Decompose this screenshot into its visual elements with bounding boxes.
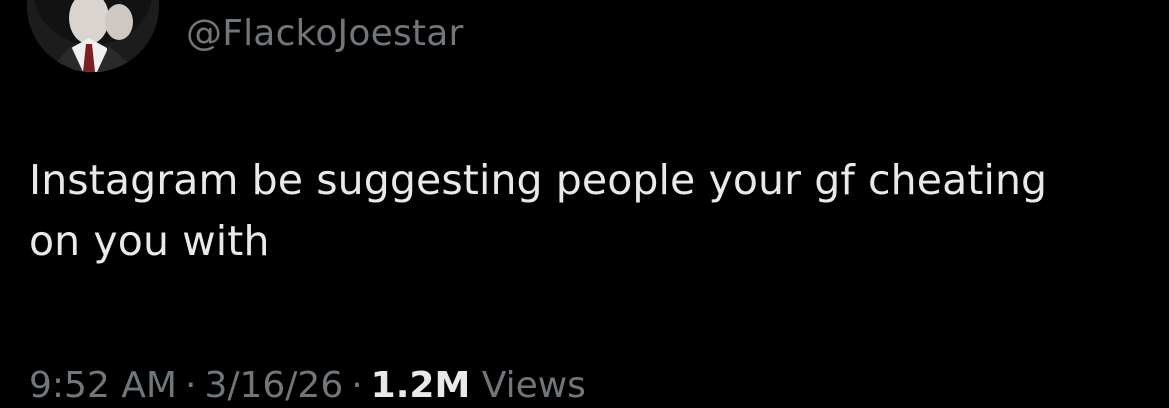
tweet-card: @FlackoJoestar Instagram be suggesting p… — [0, 0, 1169, 406]
tweet-date[interactable]: 3/16/26 — [204, 365, 343, 406]
user-handle[interactable]: @FlackoJoestar — [186, 12, 463, 56]
tweet-meta: 9:52 AM · 3/16/26 · 1.2M Views — [29, 364, 586, 408]
tweet-text: Instagram be suggesting people your gf c… — [29, 150, 1149, 272]
tweet-text-line: Instagram be suggesting people your gf c… — [29, 156, 1048, 204]
tweet-time[interactable]: 9:52 AM — [29, 365, 177, 406]
views-count[interactable]: 1.2M — [371, 365, 471, 406]
meta-separator: · — [351, 365, 363, 406]
meta-separator: · — [184, 365, 197, 406]
tweet-text-line: on you with — [29, 217, 270, 265]
avatar[interactable] — [27, 0, 159, 72]
views-label: Views — [481, 365, 586, 406]
avatar-photo-icon — [27, 0, 159, 72]
